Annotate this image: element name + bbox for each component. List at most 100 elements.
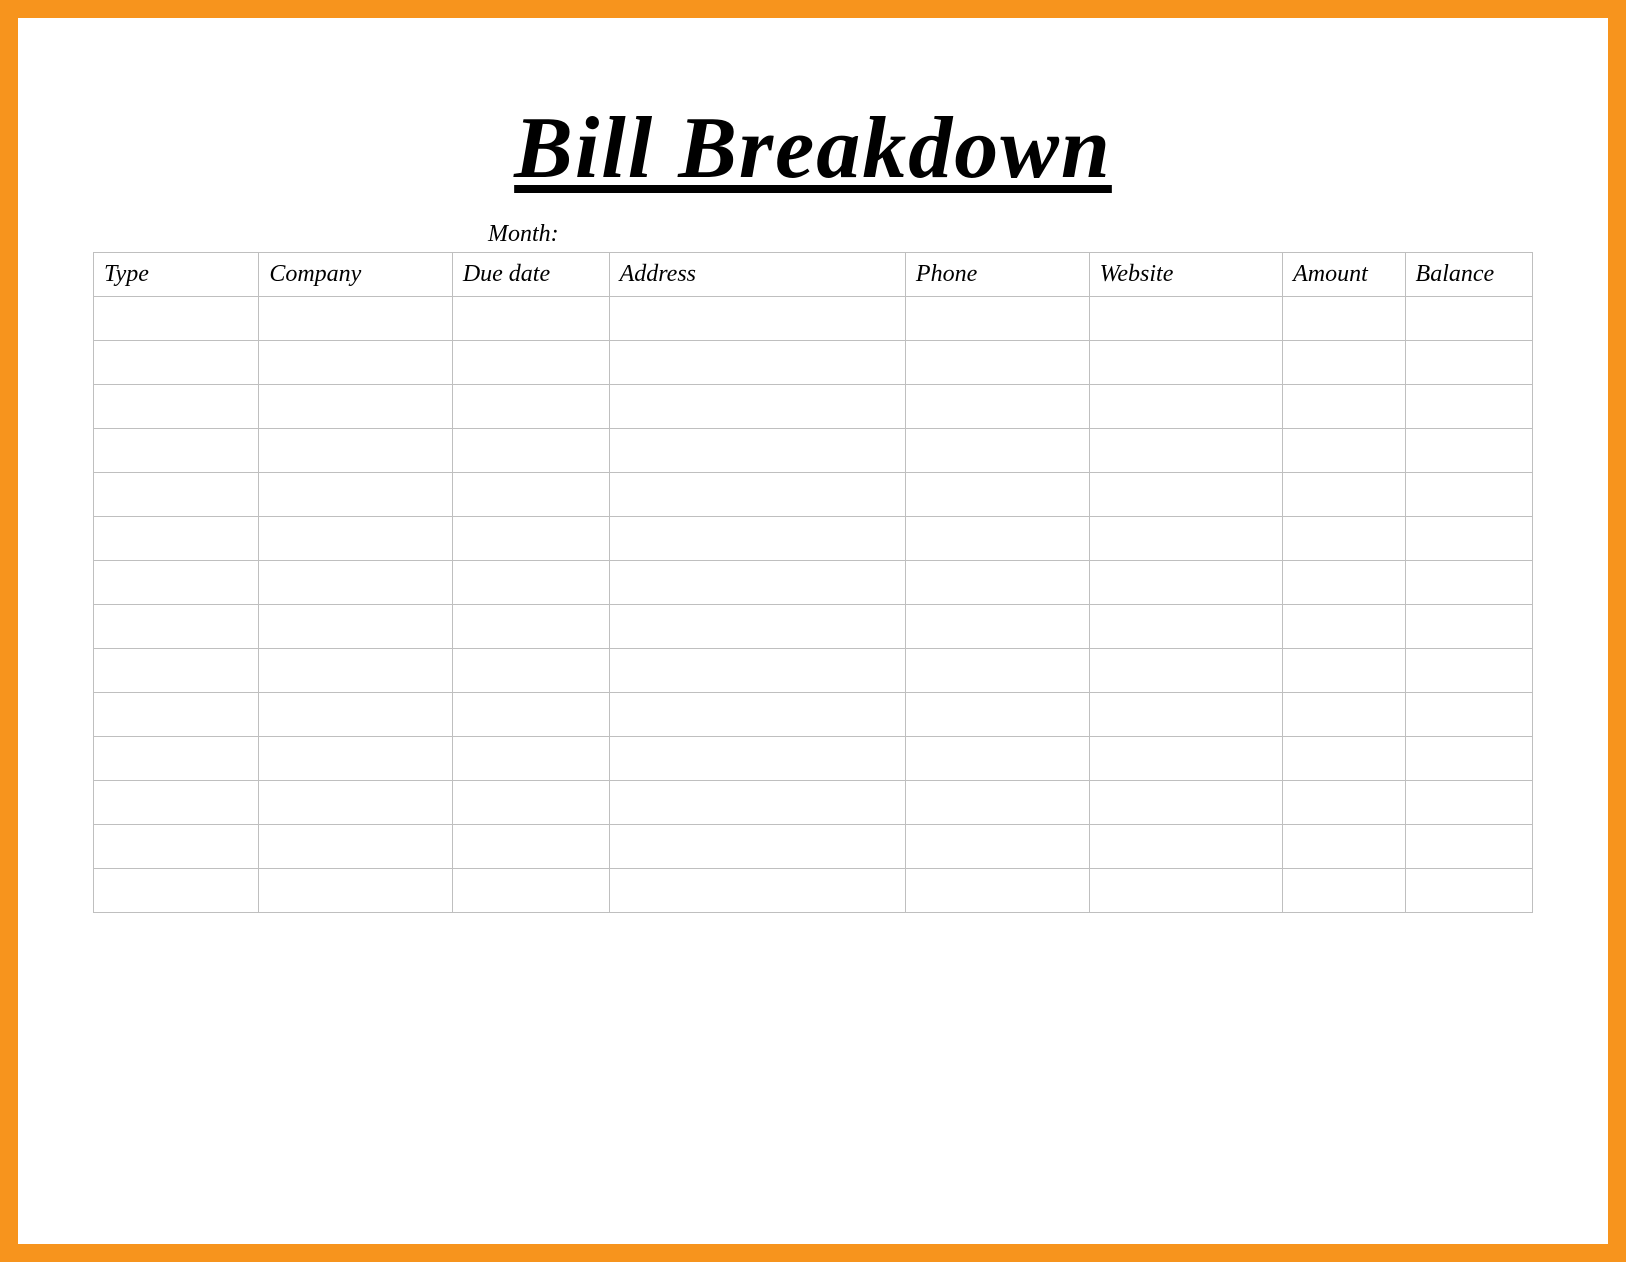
cell-balance — [1405, 825, 1532, 869]
cell-type — [94, 473, 259, 517]
header-type: Type — [94, 253, 259, 297]
cell-amount — [1283, 297, 1405, 341]
cell-address — [609, 605, 905, 649]
table-row — [94, 825, 1533, 869]
header-company: Company — [259, 253, 452, 297]
cell-balance — [1405, 649, 1532, 693]
cell-company — [259, 297, 452, 341]
cell-type — [94, 693, 259, 737]
cell-due_date — [452, 605, 609, 649]
cell-phone — [905, 473, 1089, 517]
table-row — [94, 693, 1533, 737]
cell-website — [1089, 605, 1282, 649]
cell-amount — [1283, 429, 1405, 473]
cell-balance — [1405, 385, 1532, 429]
cell-balance — [1405, 341, 1532, 385]
cell-type — [94, 341, 259, 385]
table-row — [94, 385, 1533, 429]
cell-phone — [905, 869, 1089, 913]
cell-phone — [905, 297, 1089, 341]
cell-company — [259, 781, 452, 825]
cell-website — [1089, 385, 1282, 429]
header-amount: Amount — [1283, 253, 1405, 297]
cell-type — [94, 429, 259, 473]
cell-due_date — [452, 781, 609, 825]
cell-website — [1089, 341, 1282, 385]
cell-type — [94, 517, 259, 561]
cell-address — [609, 869, 905, 913]
table-row — [94, 341, 1533, 385]
cell-type — [94, 561, 259, 605]
cell-website — [1089, 737, 1282, 781]
cell-phone — [905, 781, 1089, 825]
cell-due_date — [452, 429, 609, 473]
cell-balance — [1405, 781, 1532, 825]
cell-address — [609, 385, 905, 429]
cell-company — [259, 341, 452, 385]
cell-phone — [905, 737, 1089, 781]
cell-address — [609, 473, 905, 517]
cell-amount — [1283, 473, 1405, 517]
page-title: Bill Breakdown — [93, 98, 1533, 199]
cell-website — [1089, 561, 1282, 605]
cell-address — [609, 649, 905, 693]
cell-phone — [905, 693, 1089, 737]
cell-balance — [1405, 473, 1532, 517]
cell-company — [259, 825, 452, 869]
cell-type — [94, 649, 259, 693]
cell-company — [259, 473, 452, 517]
cell-due_date — [452, 517, 609, 561]
header-due-date: Due date — [452, 253, 609, 297]
table-body — [94, 297, 1533, 913]
cell-phone — [905, 561, 1089, 605]
header-website: Website — [1089, 253, 1282, 297]
cell-phone — [905, 517, 1089, 561]
cell-amount — [1283, 341, 1405, 385]
cell-phone — [905, 429, 1089, 473]
cell-website — [1089, 473, 1282, 517]
cell-type — [94, 781, 259, 825]
cell-due_date — [452, 385, 609, 429]
cell-balance — [1405, 561, 1532, 605]
cell-type — [94, 385, 259, 429]
cell-due_date — [452, 693, 609, 737]
cell-address — [609, 561, 905, 605]
cell-amount — [1283, 649, 1405, 693]
cell-amount — [1283, 825, 1405, 869]
cell-due_date — [452, 737, 609, 781]
header-balance: Balance — [1405, 253, 1532, 297]
cell-phone — [905, 649, 1089, 693]
table-row — [94, 869, 1533, 913]
table-row — [94, 605, 1533, 649]
cell-company — [259, 605, 452, 649]
table-row — [94, 517, 1533, 561]
cell-amount — [1283, 561, 1405, 605]
table-row — [94, 297, 1533, 341]
table-row — [94, 561, 1533, 605]
cell-due_date — [452, 561, 609, 605]
cell-phone — [905, 605, 1089, 649]
cell-address — [609, 517, 905, 561]
table-row — [94, 737, 1533, 781]
cell-due_date — [452, 341, 609, 385]
cell-amount — [1283, 517, 1405, 561]
cell-balance — [1405, 429, 1532, 473]
cell-amount — [1283, 869, 1405, 913]
cell-website — [1089, 297, 1282, 341]
cell-amount — [1283, 385, 1405, 429]
cell-balance — [1405, 605, 1532, 649]
cell-balance — [1405, 693, 1532, 737]
cell-website — [1089, 825, 1282, 869]
cell-company — [259, 385, 452, 429]
cell-company — [259, 869, 452, 913]
cell-address — [609, 737, 905, 781]
cell-type — [94, 737, 259, 781]
cell-company — [259, 517, 452, 561]
table-row — [94, 473, 1533, 517]
cell-amount — [1283, 693, 1405, 737]
cell-phone — [905, 385, 1089, 429]
cell-address — [609, 429, 905, 473]
cell-balance — [1405, 297, 1532, 341]
cell-website — [1089, 693, 1282, 737]
cell-type — [94, 869, 259, 913]
